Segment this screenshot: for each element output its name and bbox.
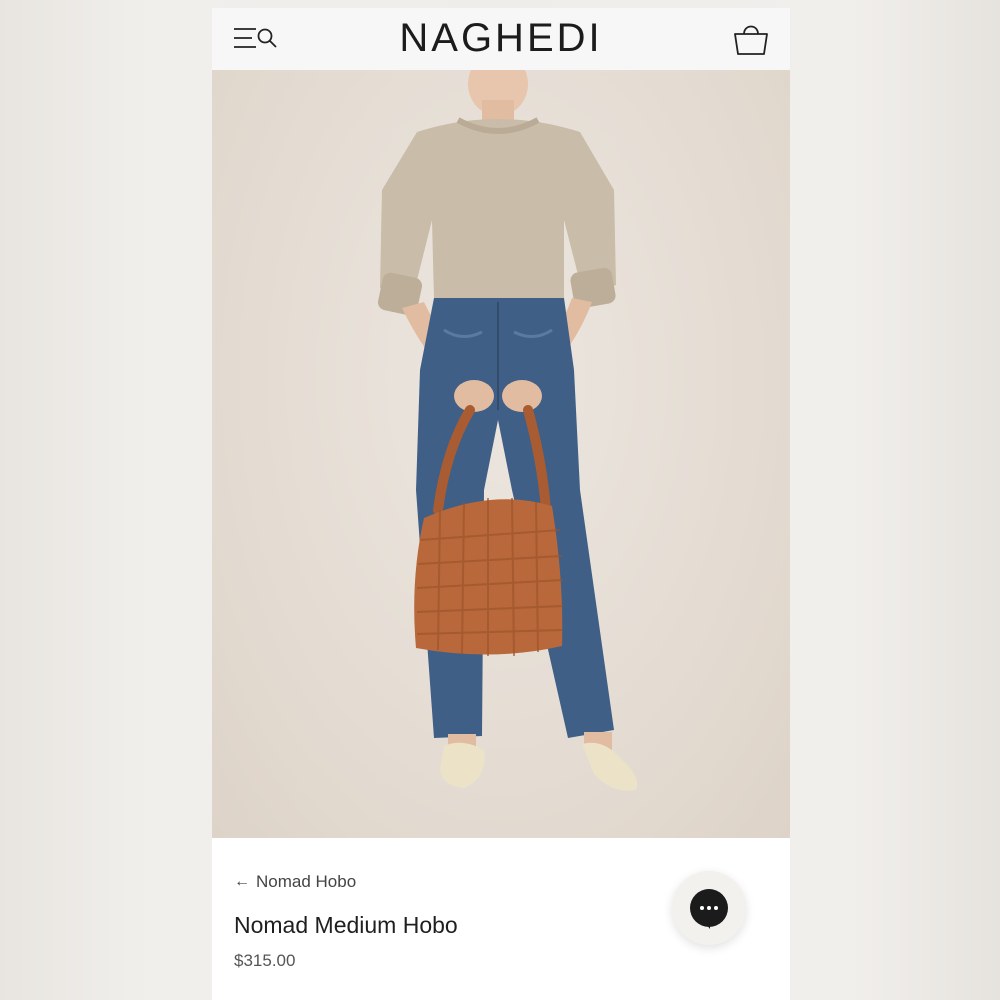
phone-screen: NAGHEDI ← Nomad Hobo Nomad Medium Hobo $… — [212, 8, 790, 1000]
product-price: $315.00 — [234, 951, 296, 970]
top-navigation-bar: NAGHEDI — [212, 8, 790, 71]
chat-button[interactable] — [672, 871, 746, 945]
product-info: ← Nomad Hobo Nomad Medium Hobo $315.00 — [212, 838, 790, 1000]
back-link-label: Nomad Hobo — [256, 872, 357, 891]
product-image-gallery[interactable] — [212, 70, 790, 838]
arrow-left-icon: ← — [234, 873, 250, 890]
product-photo — [377, 70, 638, 791]
brand-logo[interactable]: NAGHEDI — [212, 16, 790, 61]
back-to-collection-link[interactable]: ← Nomad Hobo — [234, 872, 356, 892]
product-title: Nomad Medium Hobo — [234, 912, 458, 938]
shopping-bag-icon — [734, 25, 768, 55]
shopping-bag-button[interactable] — [732, 20, 770, 58]
